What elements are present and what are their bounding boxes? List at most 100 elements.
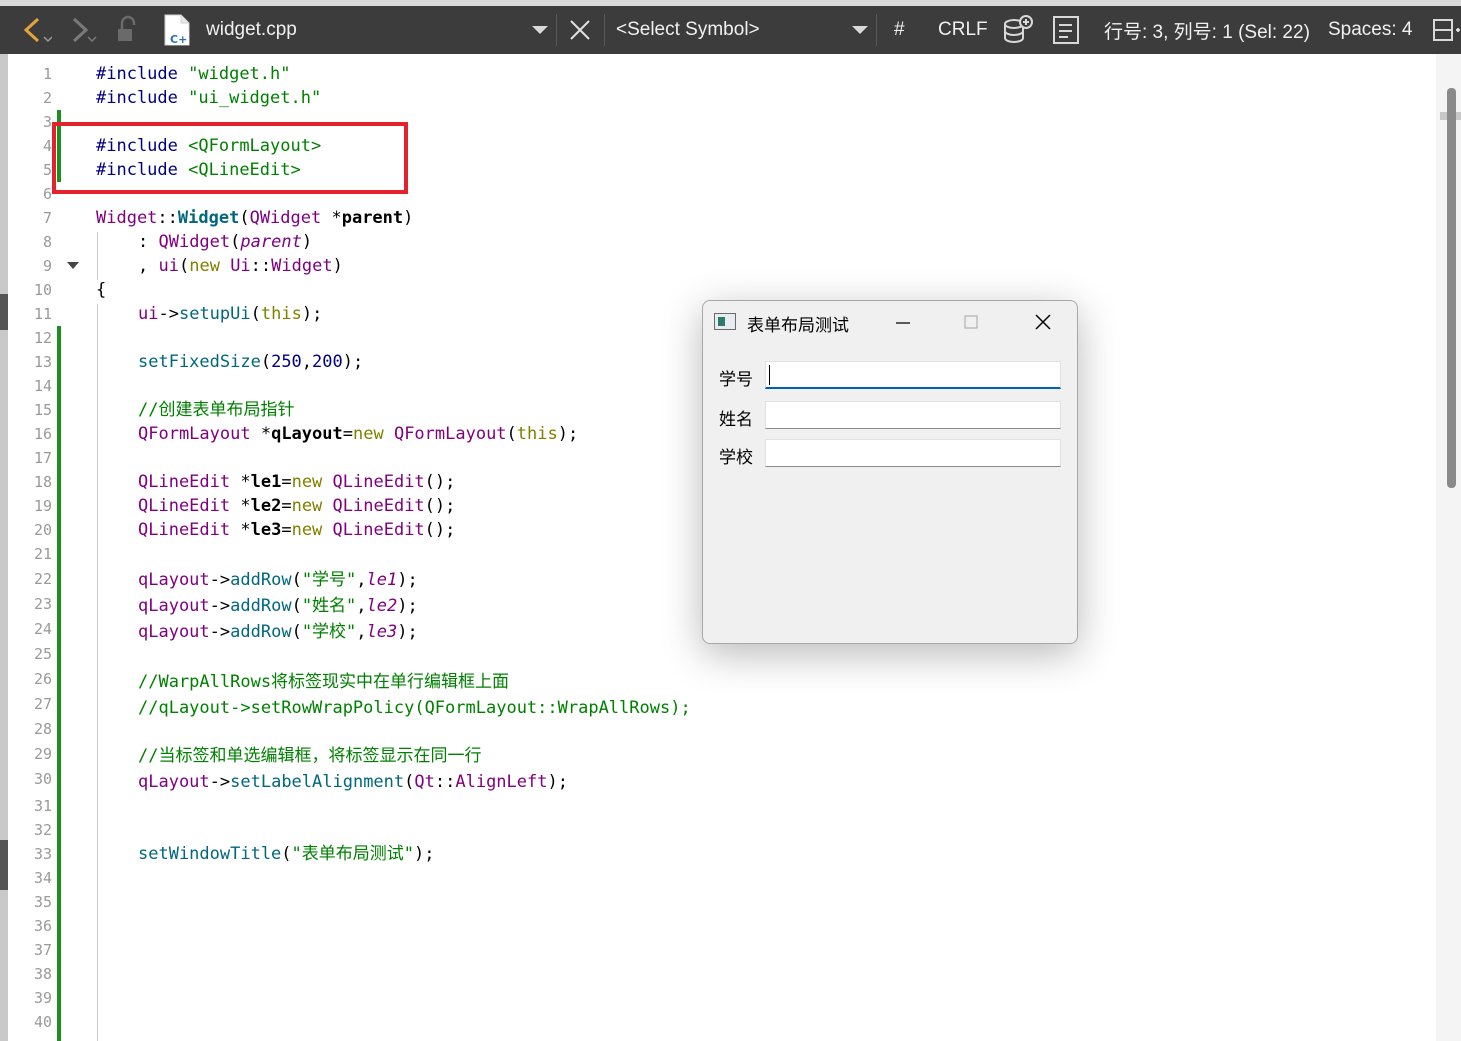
app-icon xyxy=(714,313,736,330)
line-number: 3 xyxy=(42,113,52,131)
line-number: 34 xyxy=(33,869,52,887)
form-label-student-id: 学号 xyxy=(719,370,753,390)
line-number: 10 xyxy=(33,281,52,299)
line-number: 5 xyxy=(42,161,52,179)
code-line-19: QLineEdit *le2=new QLineEdit(); xyxy=(138,496,456,516)
line-number: 19 xyxy=(33,497,52,515)
fold-arrow-icon[interactable] xyxy=(67,262,79,269)
code-line-7: Widget::Widget(QWidget *parent) xyxy=(96,208,414,228)
name-input[interactable] xyxy=(765,401,1061,429)
split-view-button[interactable] xyxy=(1430,6,1460,54)
svg-text:C+: C+ xyxy=(170,33,187,46)
lock-icon xyxy=(118,15,136,41)
minimize-icon xyxy=(896,322,910,324)
line-number: 12 xyxy=(33,329,52,347)
line-number: 28 xyxy=(33,720,52,738)
code-line-11: ui->setupUi(this); xyxy=(138,304,323,324)
strip-marker xyxy=(0,840,8,890)
back-button[interactable] xyxy=(20,6,52,54)
indentation-label[interactable]: Spaces: 4 xyxy=(1328,6,1413,54)
left-panel-strip xyxy=(0,54,8,1041)
toolbar-separator xyxy=(556,14,557,46)
maximize-icon xyxy=(964,315,978,329)
form-label-name: 姓名 xyxy=(719,410,753,430)
line-number: 35 xyxy=(33,893,52,911)
close-document-button[interactable] xyxy=(568,6,592,54)
close-icon xyxy=(1035,314,1051,330)
student-id-input[interactable] xyxy=(765,361,1061,389)
line-number: 38 xyxy=(33,965,52,983)
chevron-right-icon xyxy=(72,17,97,43)
chevron-left-icon xyxy=(23,17,52,43)
file-dropdown-button[interactable] xyxy=(530,6,550,54)
line-number: 14 xyxy=(33,377,52,395)
code-line-15: //创建表单布局指针 xyxy=(138,400,295,420)
line-number: 13 xyxy=(33,353,52,371)
code-line-10: { xyxy=(96,280,107,300)
school-input[interactable] xyxy=(765,439,1061,467)
code-line-18: QLineEdit *le1=new QLineEdit(); xyxy=(138,472,456,492)
line-number: 7 xyxy=(42,209,52,227)
cursor-position-label[interactable]: 行号: 3, 列号: 1 (Sel: 22) xyxy=(1104,6,1310,54)
document-outline-button[interactable] xyxy=(1052,6,1080,54)
line-number: 6 xyxy=(42,185,52,203)
scrollbar-thumb[interactable] xyxy=(1447,88,1456,488)
line-number: 40 xyxy=(33,1013,52,1031)
code-line-16: QFormLayout *qLayout=new QFormLayout(thi… xyxy=(138,424,579,444)
line-ending-button[interactable]: CRLF xyxy=(938,6,988,54)
code-line-22: qLayout->addRow("学号",le1); xyxy=(138,570,418,590)
change-bar xyxy=(57,326,61,1041)
line-number: 33 xyxy=(33,845,52,863)
form-row: 姓名 xyxy=(703,401,1077,431)
code-line-20: QLineEdit *le3=new QLineEdit(); xyxy=(138,520,456,540)
hash-button[interactable]: # xyxy=(894,6,905,54)
form-layout-window[interactable]: 表单布局测试 学号 姓名 学校 xyxy=(702,300,1078,644)
database-button[interactable] xyxy=(1002,6,1034,54)
line-number: 9 xyxy=(42,257,52,275)
chevron-down-icon xyxy=(532,26,548,34)
window-title: 表单布局测试 xyxy=(747,316,849,336)
code-line-26: //WarpAllRows将标签现实中在单行编辑框上面 xyxy=(138,672,510,692)
line-number: 4 xyxy=(42,137,52,155)
window-close-button[interactable] xyxy=(1015,301,1071,343)
line-number: 11 xyxy=(33,305,52,323)
code-line-33: setWindowTitle("表单布局测试"); xyxy=(138,844,435,864)
line-number: 2 xyxy=(42,89,52,107)
line-number: 30 xyxy=(33,770,52,788)
database-icon xyxy=(1004,15,1033,43)
line-number: 29 xyxy=(33,745,52,763)
form-row: 学校 xyxy=(703,439,1077,469)
line-number: 17 xyxy=(33,449,52,467)
line-number: 39 xyxy=(33,989,52,1007)
line-number: 18 xyxy=(33,473,52,491)
symbol-select[interactable]: <Select Symbol> xyxy=(616,6,760,54)
code-line-27: //qLayout->setRowWrapPolicy(QFormLayout:… xyxy=(138,698,691,718)
cpp-file-icon: C+ xyxy=(164,14,190,46)
line-number: 36 xyxy=(33,917,52,935)
form-row: 学号 xyxy=(703,361,1077,391)
filename-label: widget.cpp xyxy=(206,19,297,40)
code-line-8: : QWidget(parent) xyxy=(138,232,313,252)
line-number: 8 xyxy=(42,233,52,251)
line-number: 24 xyxy=(33,620,52,638)
code-line-29: //当标签和单选编辑框，将标签显示在同一行 xyxy=(138,746,482,766)
code-line-9: , ui(new Ui::Widget) xyxy=(138,256,343,276)
lock-button[interactable] xyxy=(114,6,142,54)
code-line-23: qLayout->addRow("姓名",le2); xyxy=(138,596,418,616)
line-number: 27 xyxy=(33,695,52,713)
window-titlebar[interactable]: 表单布局测试 xyxy=(703,301,1077,343)
line-number: 16 xyxy=(33,425,52,443)
split-view-icon xyxy=(1433,19,1460,41)
maximize-button[interactable] xyxy=(943,301,999,343)
line-number: 32 xyxy=(33,821,52,839)
text-caret xyxy=(769,365,770,385)
chevron-down-icon xyxy=(852,26,868,34)
code-line-13: setFixedSize(250,200); xyxy=(138,352,364,372)
toolbar-separator xyxy=(604,14,605,46)
line-number: 1 xyxy=(42,65,52,83)
symbol-dropdown-button[interactable] xyxy=(850,6,870,54)
code-line-2: #include "ui_widget.h" xyxy=(96,88,322,108)
form-label-school: 学校 xyxy=(719,448,753,468)
forward-button[interactable] xyxy=(68,6,100,54)
minimize-button[interactable] xyxy=(875,301,931,343)
